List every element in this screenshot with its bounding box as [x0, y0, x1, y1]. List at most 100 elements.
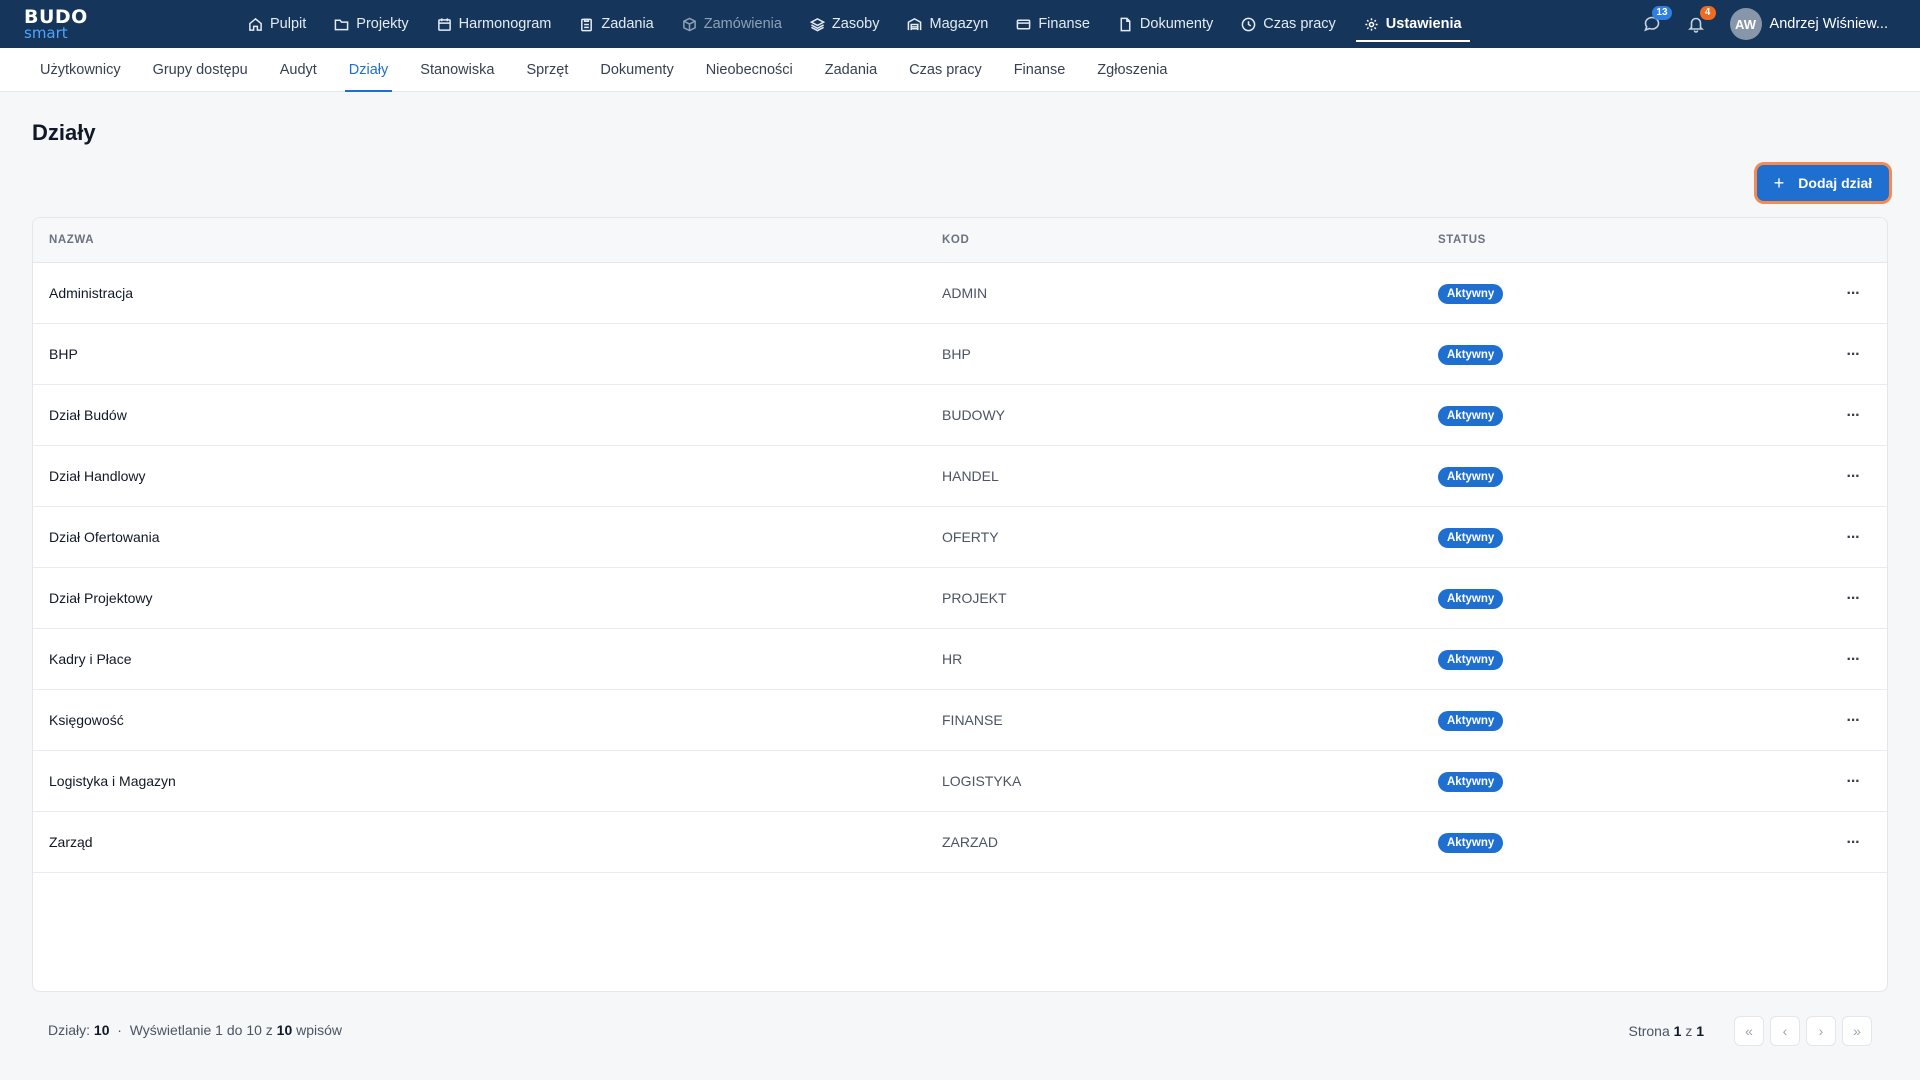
department-name: Księgowość: [49, 712, 124, 728]
row-more-icon[interactable]: ···: [1843, 324, 1863, 385]
tab-audyt[interactable]: Audyt: [276, 48, 321, 92]
top-right-actions: 13 4 AW Andrzej Wiśniew...: [1638, 0, 1920, 48]
department-name: Dział Handlowy: [49, 468, 146, 484]
department-name: Zarząd: [49, 834, 93, 850]
nav-item-magazyn[interactable]: Magazyn: [899, 0, 996, 48]
row-more-icon[interactable]: ···: [1843, 629, 1863, 690]
tab-czas-pracy[interactable]: Czas pracy: [905, 48, 986, 92]
row-more-icon[interactable]: ···: [1843, 812, 1863, 873]
status-badge: Aktywny: [1438, 284, 1504, 305]
messages-button[interactable]: 13: [1638, 6, 1672, 38]
nav-item-label: Magazyn: [929, 16, 989, 32]
tab-dzialy[interactable]: Działy: [344, 48, 393, 92]
tab-zgloszenia[interactable]: Zgłoszenia: [1093, 48, 1171, 92]
user-menu[interactable]: AW Andrzej Wiśniew...: [1729, 8, 1888, 40]
folder-icon: [334, 19, 349, 30]
table-row[interactable]: Księgowość FINANSE Aktywny ···: [33, 690, 1887, 751]
table-header: NAZWA KOD STATUS: [33, 218, 1887, 263]
previous-page-button[interactable]: ‹: [1770, 1016, 1800, 1046]
brand-logo[interactable]: BUDO smart: [24, 8, 87, 42]
department-name: Administracja: [49, 285, 134, 301]
notifications-badge: 4: [1699, 6, 1716, 20]
warehouse-icon: [908, 17, 922, 30]
nav-item-dokumenty[interactable]: Dokumenty: [1110, 0, 1221, 48]
status-badge: Aktywny: [1438, 406, 1504, 427]
nav-item-finanse[interactable]: Finanse: [1008, 0, 1098, 48]
table-row[interactable]: Logistyka i Magazyn LOGISTYKA Aktywny ··…: [33, 751, 1887, 812]
page-of: z: [1685, 1023, 1693, 1039]
calendar-icon: [437, 17, 451, 31]
avatar: AW: [1729, 8, 1762, 40]
page-current: 1: [1673, 1023, 1682, 1039]
layers-icon: [809, 17, 825, 31]
nav-item-label: Pulpit: [270, 16, 307, 32]
user-name: Andrzej Wiśniew...: [1769, 16, 1888, 32]
table-row[interactable]: Dział Projektowy PROJEKT Aktywny ···: [33, 568, 1887, 629]
nav-item-pulpit[interactable]: Pulpit: [240, 0, 314, 48]
department-code: FINANSE: [942, 712, 1003, 728]
last-page-button[interactable]: »: [1842, 1016, 1872, 1046]
table-summary: Działy: 10 · Wyświetlanie 1 do 10 z 10 w…: [48, 1022, 342, 1038]
first-page-button[interactable]: «: [1734, 1016, 1764, 1046]
main-nav: Pulpit Projekty Harmonogram Zadania Zamó…: [240, 0, 1482, 48]
nav-item-czas-pracy[interactable]: Czas pracy: [1233, 0, 1344, 48]
tab-zadania[interactable]: Zadania: [821, 48, 881, 92]
next-page-button[interactable]: ›: [1806, 1016, 1836, 1046]
nav-item-label: Zamówienia: [703, 16, 782, 32]
department-code: ZARZAD: [942, 834, 998, 850]
tab-dokumenty[interactable]: Dokumenty: [596, 48, 677, 92]
department-name: Dział Projektowy: [49, 590, 153, 606]
status-badge: Aktywny: [1438, 833, 1504, 854]
nav-item-label: Dokumenty: [1139, 16, 1214, 32]
department-code: HR: [942, 651, 963, 667]
column-header-status[interactable]: STATUS: [1438, 218, 1486, 263]
row-more-icon[interactable]: ···: [1843, 263, 1863, 324]
brand-logo-line2: smart: [24, 24, 68, 42]
column-header-name[interactable]: NAZWA: [49, 218, 94, 263]
nav-item-zamowienia[interactable]: Zamówienia: [674, 0, 790, 48]
row-more-icon[interactable]: ···: [1843, 446, 1863, 507]
row-more-icon[interactable]: ···: [1843, 690, 1863, 751]
pagination: Strona 1 z 1 « ‹ › »: [1628, 1016, 1872, 1046]
row-more-icon[interactable]: ···: [1843, 385, 1863, 446]
plus-icon: +: [1773, 173, 1785, 193]
department-name: Dział Budów: [49, 407, 127, 423]
row-more-icon[interactable]: ···: [1843, 751, 1863, 812]
table-row[interactable]: Dział Ofertowania OFERTY Aktywny ···: [33, 507, 1887, 568]
tab-sprzet[interactable]: Sprzęt: [522, 48, 572, 92]
nav-item-label: Projekty: [356, 16, 409, 32]
department-code: ADMIN: [942, 285, 988, 301]
nav-item-zadania[interactable]: Zadania: [571, 0, 661, 48]
tab-finanse[interactable]: Finanse: [1010, 48, 1070, 92]
department-code: BHP: [942, 346, 971, 362]
tab-nieobecnosci[interactable]: Nieobecności: [702, 48, 797, 92]
page-label: Strona: [1628, 1023, 1670, 1039]
tab-uzytkownicy[interactable]: Użytkownicy: [36, 48, 125, 92]
department-name: Kadry i Płace: [49, 651, 132, 667]
add-department-button[interactable]: + Dodaj dział: [1757, 165, 1889, 201]
tab-grupy-dostepu[interactable]: Grupy dostępu: [149, 48, 252, 92]
tab-stanowiska[interactable]: Stanowiska: [416, 48, 498, 92]
table-row[interactable]: Administracja ADMIN Aktywny ···: [33, 263, 1887, 324]
row-more-icon[interactable]: ···: [1843, 507, 1863, 568]
status-badge: Aktywny: [1438, 650, 1504, 671]
table-row[interactable]: Dział Budów BUDOWY Aktywny ···: [33, 385, 1887, 446]
table-row[interactable]: Zarząd ZARZAD Aktywny ···: [33, 812, 1887, 873]
notifications-button[interactable]: 4: [1682, 6, 1716, 38]
table-row[interactable]: Dział Handlowy HANDEL Aktywny ···: [33, 446, 1887, 507]
nav-item-ustawienia[interactable]: Ustawienia: [1355, 0, 1470, 48]
double-chevron-right-icon: »: [1853, 1023, 1861, 1039]
clock-icon: [1241, 17, 1256, 31]
table-row[interactable]: Kadry i Płace HR Aktywny ···: [33, 629, 1887, 690]
nav-item-projekty[interactable]: Projekty: [326, 0, 416, 48]
nav-item-harmonogram[interactable]: Harmonogram: [429, 0, 560, 48]
gear-icon: [1365, 17, 1378, 31]
page-title: Działy: [32, 120, 96, 145]
status-badge: Aktywny: [1438, 528, 1504, 549]
table-body: Administracja ADMIN Aktywny ··· BHP BHP …: [33, 263, 1887, 873]
table-row[interactable]: BHP BHP Aktywny ···: [33, 324, 1887, 385]
document-icon: [1120, 17, 1131, 31]
row-more-icon[interactable]: ···: [1843, 568, 1863, 629]
nav-item-zasoby[interactable]: Zasoby: [802, 0, 888, 48]
column-header-code[interactable]: KOD: [942, 218, 969, 263]
